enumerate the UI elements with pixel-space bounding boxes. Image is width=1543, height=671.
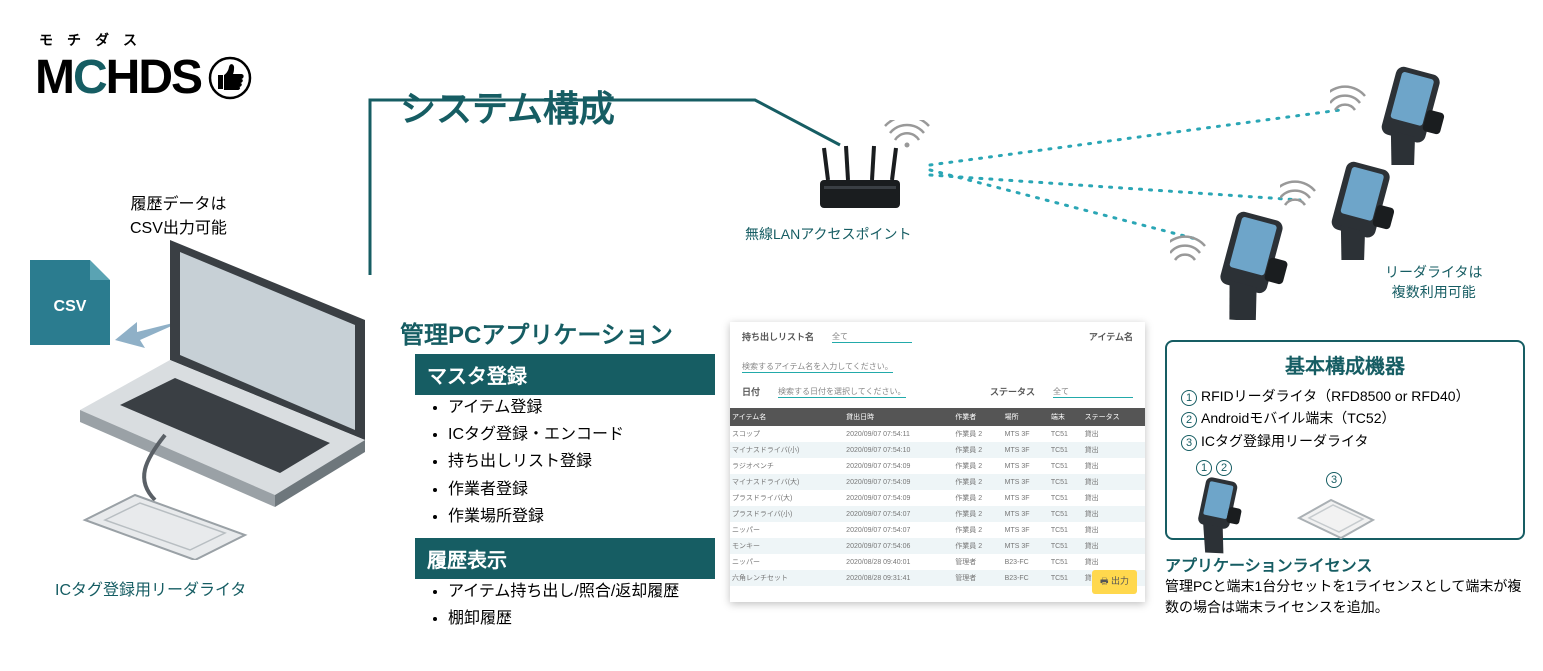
- csv-note-l1: 履歴データは: [130, 190, 227, 214]
- export-button[interactable]: 🖶 出力: [1092, 570, 1137, 594]
- list-item: 棚卸履歴: [448, 605, 679, 632]
- filter-placeholder: 検索するアイテム名を入力してください。: [742, 361, 893, 373]
- shot-filter-row1: 持ち出しリスト名 全て アイテム名 検索するアイテム名を入力してください。: [730, 322, 1145, 377]
- list-item: ICタグ登録用リーダライタ: [1201, 433, 1368, 449]
- reader-writer-note: リーダライタは 複数利用可能: [1385, 262, 1482, 302]
- shot-table: アイテム名貸出日時作業者場所端末ステータス スコップ2020/09/07 07:…: [730, 408, 1145, 586]
- filter-value: 全て: [1053, 386, 1133, 398]
- equipment-box: 基本構成機器 1RFIDリーダライタ（RFD8500 or RFD40） 2An…: [1165, 340, 1525, 540]
- section-history-bar: 履歴表示: [415, 538, 715, 579]
- export-label: 出力: [1111, 576, 1129, 586]
- license-title: アプリケーションライセンス: [1165, 552, 1372, 576]
- logo-main: MCHDS: [35, 50, 255, 105]
- filter-label: アイテム名: [1089, 330, 1133, 343]
- equipment-images: 12 3: [1181, 458, 1509, 556]
- list-item: 作業者登録: [448, 476, 624, 503]
- reader-pad-icon: [1291, 488, 1381, 543]
- list-item: 持ち出しリスト登録: [448, 448, 624, 475]
- circle-num-icon: 2: [1181, 412, 1197, 428]
- list-item: アイテム登録: [448, 394, 624, 421]
- circle-num-icon: 1: [1196, 460, 1212, 476]
- list-item: 作業場所登録: [448, 503, 624, 530]
- rw-note-l2: 複数利用可能: [1385, 282, 1482, 302]
- list-item: アイテム持ち出し/照合/返却履歴: [448, 578, 679, 605]
- filter-value: 全て: [832, 331, 912, 343]
- license-body: 管理PCと端末1台分セットを1ライセンスとして端末が複数の場合は端末ライセンスを…: [1165, 576, 1525, 618]
- app-section-title: 管理PCアプリケーション: [400, 315, 673, 350]
- app-screenshot: 持ち出しリスト名 全て アイテム名 検索するアイテム名を入力してください。 日付…: [730, 322, 1145, 602]
- filter-placeholder: 検索する日付を選択してください。: [778, 386, 906, 398]
- circle-num-icon: 1: [1181, 390, 1197, 406]
- access-point-label: 無線LANアクセスポイント: [745, 224, 912, 244]
- circle-num-icon: 3: [1326, 472, 1342, 488]
- master-list: アイテム登録 ICタグ登録・エンコード 持ち出しリスト登録 作業者登録 作業場所…: [430, 394, 624, 530]
- list-item: RFIDリーダライタ（RFD8500 or RFD40）: [1201, 388, 1470, 404]
- filter-label: 持ち出しリスト名: [742, 330, 814, 343]
- equipment-title: 基本構成機器: [1181, 350, 1509, 379]
- filter-label: ステータス: [990, 385, 1035, 398]
- section-master-bar: マスタ登録: [415, 354, 715, 395]
- circle-num-icon: 3: [1181, 435, 1197, 451]
- logo-kana: モチダス: [39, 30, 255, 50]
- equipment-list: 1RFIDリーダライタ（RFD8500 or RFD40） 2Androidモバ…: [1181, 385, 1509, 452]
- shot-filter-row2: 日付 検索する日付を選択してください。 ステータス 全て: [730, 377, 1145, 402]
- filter-label: 日付: [742, 385, 760, 398]
- reader-1: [1330, 55, 1530, 165]
- history-list: アイテム持ち出し/照合/返却履歴 棚卸履歴: [430, 578, 679, 632]
- handheld-reader-icon: [1181, 476, 1251, 556]
- circle-num-icon: 2: [1216, 460, 1232, 476]
- logo-hds: HDS: [106, 50, 201, 105]
- laptop-icon: [75, 230, 395, 560]
- access-point-icon: [810, 120, 930, 220]
- logo-c: C: [73, 50, 106, 105]
- list-item: ICタグ登録・エンコード: [448, 421, 624, 448]
- rw-note-l1: リーダライタは: [1385, 262, 1482, 282]
- thumbs-up-icon: [205, 53, 255, 103]
- page-title: システム構成: [400, 80, 615, 132]
- logo-m: M: [35, 50, 73, 105]
- logo: モチダス MCHDS: [35, 30, 255, 105]
- list-item: Androidモバイル端末（TC52）: [1201, 410, 1396, 426]
- reader-3: [1170, 200, 1370, 320]
- reader-writer-label: ICタグ登録用リーダライタ: [55, 576, 246, 600]
